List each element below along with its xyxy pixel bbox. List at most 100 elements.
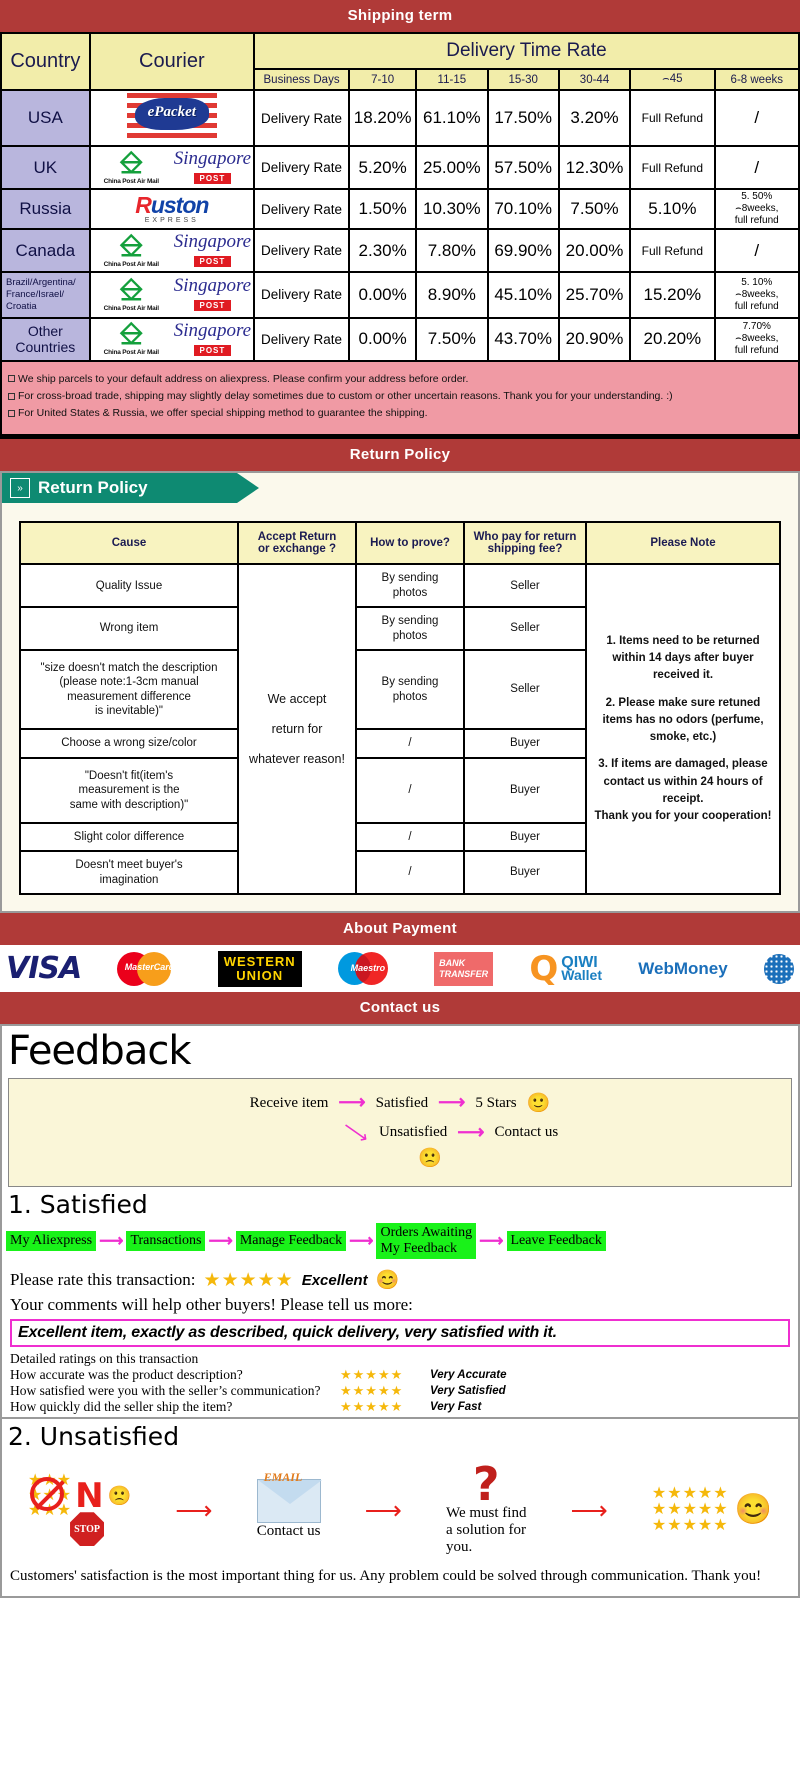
- arrow-down-right-icon: ⟶: [338, 1116, 373, 1149]
- banner-shipping-term: Shipping term: [0, 0, 800, 32]
- shipping-table-section: Country Courier Delivery Time Rate Busin…: [0, 32, 800, 440]
- table-row: UK ⎒ China Post Air Mail Singapore POST …: [0, 145, 800, 190]
- bank-transfer-label-1: BANK: [439, 957, 466, 968]
- arrow-right-icon: ⟶: [175, 1494, 213, 1525]
- cell-brazil-30-44: 25.70%: [557, 271, 632, 319]
- row-country-canada: Canada: [0, 228, 91, 273]
- western-union-icon: WESTERN UNION: [217, 949, 302, 989]
- banner-return-policy: Return Policy: [0, 439, 800, 472]
- happy-face-icon: 😊: [375, 1270, 400, 1292]
- cell-russia-11-15: 10.30%: [415, 188, 489, 230]
- step-orders-awaiting-my-feedback[interactable]: Orders Awaiting My Feedback: [376, 1223, 477, 1260]
- cell-canada-7-10: 2.30%: [348, 228, 418, 273]
- header-accept-return: Accept Return or exchange ?: [237, 521, 357, 566]
- singapore-post-label: Singapore: [173, 275, 252, 297]
- qiwi-wallet-label: Wallet: [561, 966, 603, 983]
- singapore-post-tag: POST: [193, 300, 232, 312]
- shipping-notes: We ship parcels to your default address …: [0, 361, 800, 437]
- step-transactions[interactable]: Transactions: [126, 1231, 206, 1252]
- china-post-label: China Post Air Mail: [103, 177, 159, 185]
- step-leave-feedback[interactable]: Leave Feedback: [506, 1231, 606, 1252]
- question-mark-icon: ?: [472, 1457, 500, 1512]
- sad-face-icon: 🙁: [418, 1148, 442, 1170]
- satisfied-heading: 1. Satisfied: [8, 1190, 148, 1220]
- mastercard-label: MasterCard: [124, 961, 175, 972]
- cause-size-mismatch: "size doesn't match the description (ple…: [19, 648, 239, 731]
- detailed-ratings: Detailed ratings on this transaction How…: [2, 1347, 798, 1417]
- please-note-2: 2. Please make sure retuned items has no…: [602, 696, 764, 744]
- detailed-value-accuracy: Very Accurate: [430, 1369, 507, 1382]
- epacket-label: ePacket: [147, 104, 196, 120]
- maestro-icon: Maestro: [337, 949, 398, 989]
- cell-uk-6-8-weeks: /: [713, 145, 800, 190]
- china-post-label: China Post Air Mail: [103, 260, 159, 268]
- header-range-7-10: 7-10: [348, 68, 418, 91]
- cell-canada-6-8-weeks: /: [713, 228, 800, 273]
- row-country-other: Other Countries: [0, 316, 91, 362]
- rating-stars[interactable]: ★★★★★: [204, 1269, 294, 1292]
- cell-brazil-over-45: 15.20%: [629, 271, 716, 319]
- china-post-air-mail-icon: ⎒ China Post Air Mail: [91, 275, 172, 312]
- cell-usa-11-15: 61.10%: [415, 89, 489, 147]
- arrow-right-icon: ⟶: [349, 1231, 374, 1251]
- rate-label-usa: Delivery Rate: [252, 89, 351, 147]
- webmoney-icon: WebMoney: [638, 949, 727, 989]
- payer-wrong-size-color: Buyer: [463, 728, 587, 759]
- singapore-post-tag: POST: [193, 256, 232, 267]
- table-row: Quality Issue We accept return for whate…: [19, 563, 781, 896]
- rate-transaction-row: Please rate this transaction: ★★★★★ Exce…: [2, 1265, 798, 1295]
- return-policy-tab-label: Return Policy: [38, 478, 148, 498]
- detailed-stars-shipping-speed[interactable]: ★★★★★: [340, 1399, 430, 1415]
- detailed-stars-communication[interactable]: ★★★★★: [340, 1383, 430, 1399]
- arrow-right-icon: ⟶: [457, 1121, 485, 1143]
- cell-canada-11-15: 7.80%: [415, 228, 489, 273]
- singapore-post-label: Singapore: [173, 148, 252, 169]
- row-country-russia: Russia: [0, 188, 91, 230]
- solution-caption: We must find a solution for you.: [446, 1505, 527, 1556]
- cell-russia-30-44: 7.50%: [557, 188, 632, 230]
- table-row: Other Countries ⎒ China Post Air Mail Si…: [0, 316, 800, 362]
- step-manage-feedback[interactable]: Manage Feedback: [235, 1231, 347, 1252]
- shipping-note-2: For cross-broad trade, shipping may slig…: [8, 388, 792, 404]
- cause-wrong-size-color: Choose a wrong size/color: [19, 728, 239, 759]
- detailed-value-shipping-speed: Very Fast: [430, 1401, 482, 1414]
- courier-logos-canada: ⎒ China Post Air Mail Singapore POST: [88, 228, 255, 273]
- cause-quality-issue: Quality Issue: [19, 563, 239, 609]
- courier-logos-usa: ePacket: [88, 89, 255, 147]
- feedback-title: Feedback: [8, 1028, 192, 1075]
- cell-usa-over-45: Full Refund: [629, 89, 716, 147]
- feedback-flow-diagram: Receive item ⟶ Satisfied ⟶ 5 Stars 🙂 ⟶ U…: [8, 1078, 792, 1188]
- contact-us-caption: Contact us: [256, 1523, 321, 1540]
- singapore-post-tag: POST: [193, 344, 232, 356]
- detailed-stars-accuracy[interactable]: ★★★★★: [340, 1367, 430, 1383]
- cell-uk-30-44: 12.30%: [557, 145, 632, 190]
- header-range-30-44: 30-44: [557, 68, 632, 91]
- detailed-rating-row: How accurate was the product description…: [10, 1367, 790, 1383]
- cell-canada-30-44: 20.00%: [557, 228, 632, 273]
- detailed-rating-row: How satisfied were you with the seller’s…: [10, 1383, 790, 1399]
- ruston-initial: R: [135, 192, 152, 218]
- checkbox-icon: [8, 392, 15, 400]
- cell-russia-over-45: 5.10%: [629, 188, 716, 230]
- comment-text-box[interactable]: Excellent item, exactly as described, qu…: [10, 1319, 790, 1348]
- cell-usa-6-8-weeks: /: [713, 89, 800, 147]
- smiley-face-icon: 🙂: [526, 1093, 551, 1115]
- header-business-days: Business Days: [252, 68, 351, 91]
- prove-size-mismatch: By sending photos: [355, 648, 465, 731]
- rating-word: Excellent: [301, 1271, 368, 1289]
- arrow-right-icon: ⟶: [479, 1231, 504, 1251]
- header-range-6-8-weeks: 6-8 weeks: [713, 68, 800, 91]
- crossed-stars-icon: ★★★ ★★★ ★★★: [28, 1472, 72, 1520]
- rate-label-canada: Delivery Rate: [252, 228, 351, 273]
- table-header-row: Country Courier Delivery Time Rate: [0, 32, 800, 91]
- cell-usa-15-30: 17.50%: [486, 89, 560, 147]
- cause-wrong-item: Wrong item: [19, 606, 239, 651]
- table-header-row: Cause Accept Return or exchange ? How to…: [19, 521, 781, 566]
- cell-brazil-11-15: 8.90%: [415, 271, 489, 319]
- arrow-right-icon: ⟶: [338, 1092, 366, 1114]
- step-my-aliexpress[interactable]: My Aliexpress: [6, 1231, 97, 1252]
- header-range-15-30: 15-30: [486, 68, 560, 91]
- checkbox-icon: [8, 409, 15, 417]
- row-country-uk: UK: [0, 145, 91, 190]
- cell-brazil-15-30: 45.10%: [486, 271, 560, 319]
